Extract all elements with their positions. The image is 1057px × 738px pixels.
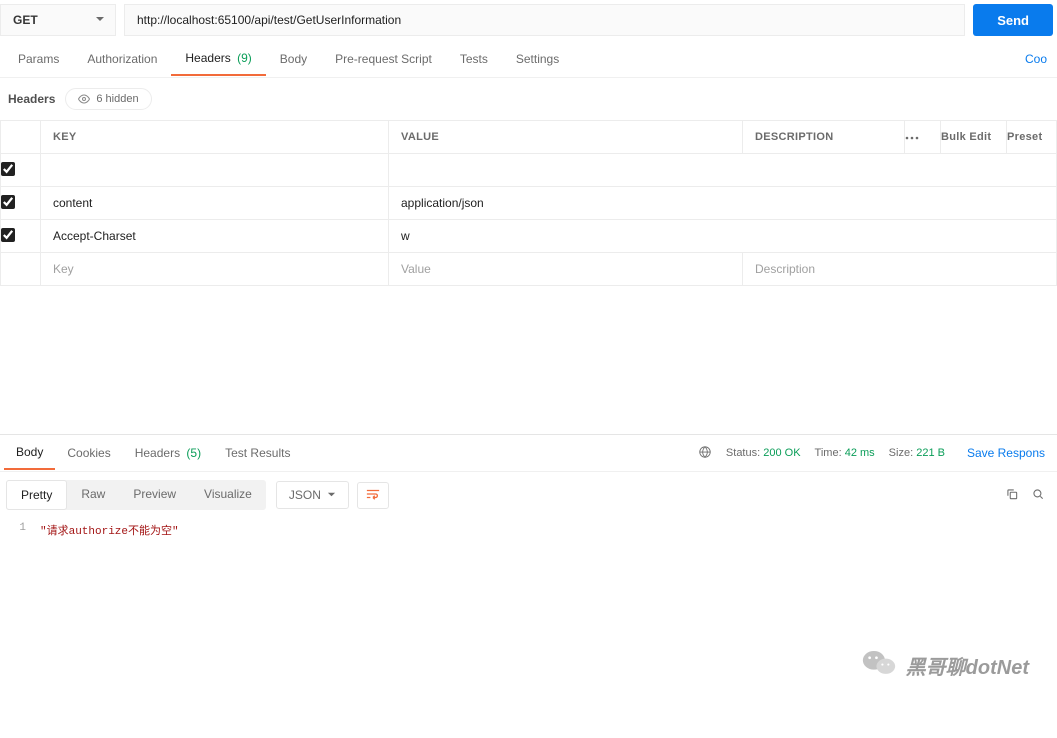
row-checkbox[interactable] [1,195,15,209]
header-row [1,154,1057,187]
resp-tab-headers[interactable]: Headers (5) [123,437,213,469]
tab-prerequest[interactable]: Pre-request Script [321,43,446,75]
resp-tab-tests[interactable]: Test Results [213,437,302,469]
time-value: 42 ms [845,447,875,459]
send-button[interactable]: Send [973,4,1053,36]
view-visualize[interactable]: Visualize [190,480,266,510]
method-value: GET [13,13,38,27]
headers-table: KEY VALUE DESCRIPTION Bulk Edit Preset c… [0,120,1057,286]
globe-icon[interactable] [698,445,712,462]
response-meta: Status: 200 OK Time: 42 ms Size: 221 B S… [698,445,1053,462]
value-cell[interactable]: application/json [389,187,1057,220]
col-header-check [1,121,41,154]
hidden-headers-toggle[interactable]: 6 hidden [65,88,151,110]
method-select[interactable]: GET [0,4,116,36]
presets-button[interactable]: Preset [1007,121,1057,154]
time-label: Time: [815,447,842,459]
line-number: 1 [0,522,40,538]
headers-section-title: Headers [8,92,55,106]
col-header-more[interactable] [905,121,941,154]
view-raw[interactable]: Raw [67,480,119,510]
request-url-bar: GET Send [0,0,1057,40]
row-checkbox[interactable] [1,162,15,176]
response-view-group: Pretty Raw Preview Visualize [6,480,266,510]
tab-authorization[interactable]: Authorization [73,43,171,75]
value-placeholder[interactable]: Value [389,253,743,286]
view-preview[interactable]: Preview [119,480,190,510]
resp-tab-headers-count: (5) [186,446,201,460]
save-response-link[interactable]: Save Respons [959,446,1049,460]
row-checkbox[interactable] [1,228,15,242]
col-header-description: DESCRIPTION [743,121,905,154]
watermark-text: 黑哥聊dotNet [906,651,1029,680]
copy-button[interactable] [999,481,1025,510]
response-body-area: 1 "请求authorize不能为空" [0,518,1057,738]
value-cell[interactable] [389,154,1057,187]
desc-placeholder[interactable]: Description [743,253,1057,286]
chevron-down-icon [327,488,336,502]
size-value: 221 B [916,447,945,459]
size-label: Size: [889,447,913,459]
header-row-placeholder: Key Value Description [1,253,1057,286]
wechat-icon [862,648,896,682]
response-body-line[interactable]: "请求authorize不能为空" [40,522,179,538]
headers-title-row: Headers 6 hidden [0,78,1057,120]
request-tabs: Params Authorization Headers (9) Body Pr… [0,40,1057,78]
bulk-edit-button[interactable]: Bulk Edit [941,121,1007,154]
col-header-value: VALUE [389,121,743,154]
format-value: JSON [289,488,321,502]
wrap-lines-button[interactable] [357,482,389,509]
status-label: Status: [726,447,760,459]
header-row: Accept-Charset w [1,220,1057,253]
eye-icon [78,93,90,105]
resp-tab-cookies[interactable]: Cookies [55,437,122,469]
header-row: content application/json [1,187,1057,220]
tab-settings[interactable]: Settings [502,43,573,75]
tab-headers-count: (9) [237,51,252,65]
format-select[interactable]: JSON [276,481,349,509]
wrap-icon [366,489,380,503]
status-value: 200 OK [763,447,800,459]
key-cell[interactable] [41,154,389,187]
watermark: 黑哥聊dotNet [862,648,1029,682]
response-tabs: Body Cookies Headers (5) Test Results St… [0,434,1057,472]
search-button[interactable] [1025,481,1051,510]
tab-body[interactable]: Body [266,43,321,75]
hidden-count-label: 6 hidden [96,93,138,105]
resp-tab-headers-label: Headers [135,446,180,460]
resp-tab-body[interactable]: Body [4,436,55,470]
tab-headers-label: Headers [185,51,230,65]
tab-params[interactable]: Params [4,43,73,75]
key-cell[interactable]: Accept-Charset [41,220,389,253]
key-cell[interactable]: content [41,187,389,220]
search-icon [1031,490,1045,504]
tab-tests[interactable]: Tests [446,43,502,75]
cookies-link[interactable]: Coo [1025,52,1053,66]
col-header-key: KEY [41,121,389,154]
copy-icon [1005,490,1019,504]
view-pretty[interactable]: Pretty [6,480,67,510]
key-placeholder[interactable]: Key [41,253,389,286]
response-toolbar: Pretty Raw Preview Visualize JSON [0,472,1057,518]
chevron-down-icon [95,13,105,27]
value-cell[interactable]: w [389,220,1057,253]
url-input[interactable] [124,4,965,36]
tab-headers[interactable]: Headers (9) [171,42,265,76]
